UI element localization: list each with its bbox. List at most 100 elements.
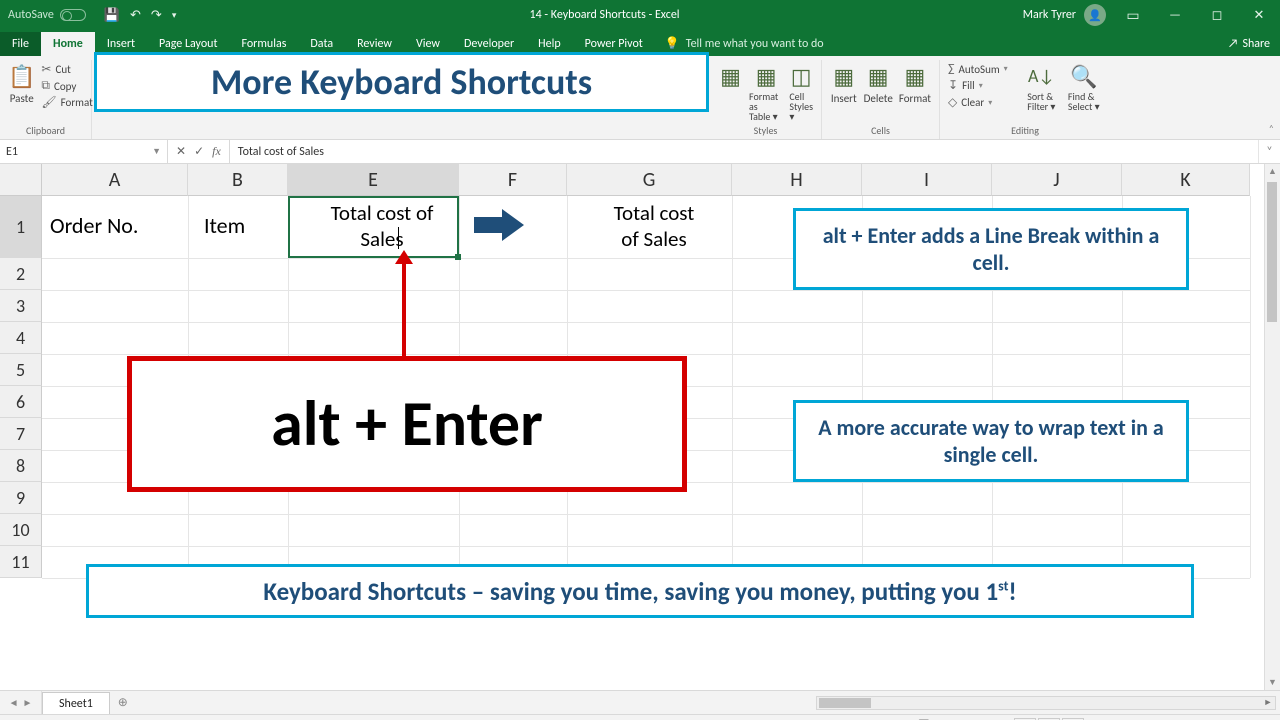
name-box[interactable]: E1 ▼ (0, 140, 168, 163)
user-area[interactable]: Mark Tyrer 👤 (1023, 4, 1112, 26)
ribbon-options-button[interactable]: ▭ (1112, 0, 1154, 30)
cell-G1-line2[interactable]: of Sales (574, 226, 734, 252)
formula-text: Total cost of Sales (238, 145, 324, 159)
paste-button[interactable]: 📋 Paste (8, 62, 35, 105)
scroll-down-icon[interactable]: ▼ (1265, 677, 1280, 688)
select-all-corner[interactable] (0, 164, 42, 196)
tip-box-2: A more accurate way to wrap text in a si… (793, 400, 1189, 482)
row-header-8[interactable]: 8 (0, 450, 42, 482)
cut-label: Cut (55, 63, 70, 76)
sheet-nav[interactable]: ◄► (0, 691, 42, 714)
col-header-E[interactable]: E (288, 164, 459, 196)
copy-button[interactable]: ⧉Copy (41, 79, 92, 93)
tab-home[interactable]: Home (41, 32, 95, 56)
hscroll-right-icon[interactable]: ► (1261, 697, 1275, 709)
cell-G1-line1[interactable]: Total cost (574, 200, 734, 226)
vertical-scrollbar[interactable]: ▲ ▼ (1264, 164, 1280, 690)
tab-file[interactable]: File (0, 32, 41, 56)
col-header-I[interactable]: I (862, 164, 992, 196)
find-select-button[interactable]: 🔍Find &Select ▾ (1066, 62, 1102, 112)
sigma-icon: ∑ (948, 62, 955, 76)
add-sheet-button[interactable]: ⊕ (110, 691, 136, 714)
formula-input[interactable]: Total cost of Sales (230, 140, 1258, 163)
qat-dropdown-icon[interactable]: ▾ (172, 10, 177, 21)
clear-button[interactable]: ◇Clear▾ (948, 95, 1017, 110)
insert-icon: ▦ (833, 62, 854, 90)
cell-E1-line1[interactable]: Total cost of (302, 200, 462, 226)
share-button[interactable]: ↗ Share (1218, 32, 1280, 56)
save-icon[interactable]: 💾 (104, 8, 120, 23)
row-header-9[interactable]: 9 (0, 482, 42, 514)
sheet-tab-bar: ◄► Sheet1 ⊕ ◄ ► (0, 690, 1280, 714)
worksheet-grid[interactable]: ABEFGHIJK 1234567891011 Order No. Item T… (0, 164, 1280, 690)
delete-button[interactable]: ▦Delete (864, 62, 893, 105)
row-header-4[interactable]: 4 (0, 322, 42, 354)
name-box-value: E1 (6, 145, 18, 159)
col-header-G[interactable]: G (567, 164, 732, 196)
ribbon-group-clipboard: 📋 Paste ✂Cut ⧉Copy 🖌Format Clipboard (0, 60, 92, 139)
sheet-prev-icon: ◄ (9, 696, 19, 709)
autosave-label: AutoSave (8, 8, 54, 22)
name-box-dropdown-icon: ▼ (152, 146, 161, 157)
insert-button[interactable]: ▦ Insert (830, 62, 858, 105)
format-as-table-button[interactable]: ▦Format asTable ▾ (749, 62, 783, 122)
fill-button[interactable]: ↧Fill▾ (948, 78, 1017, 93)
expand-formula-bar-button[interactable]: ˅ (1258, 140, 1280, 163)
accept-formula-icon[interactable]: ✓ (194, 144, 204, 159)
cancel-formula-icon[interactable]: ✕ (176, 144, 186, 159)
cell-A1[interactable]: Order No. (50, 212, 138, 239)
insert-label: Insert (831, 92, 857, 105)
redo-icon[interactable]: ↷ (151, 8, 162, 23)
col-header-B[interactable]: B (188, 164, 288, 196)
table-icon: ▦ (756, 62, 777, 90)
autosum-button[interactable]: ∑AutoSum▾ (948, 62, 1017, 76)
close-button[interactable]: ✕ (1238, 0, 1280, 30)
row-header-2[interactable]: 2 (0, 258, 42, 290)
footer-text: Keyboard Shortcuts – saving you time, sa… (263, 576, 1016, 607)
row-header-10[interactable]: 10 (0, 514, 42, 546)
tip-box-1: alt + Enter adds a Line Break within a c… (793, 208, 1189, 290)
format-label: Format (899, 92, 931, 105)
row-header-1[interactable]: 1 (0, 196, 42, 258)
scroll-thumb[interactable] (1267, 182, 1277, 322)
col-header-F[interactable]: F (459, 164, 567, 196)
copy-icon: ⧉ (41, 79, 50, 93)
minimize-button[interactable]: — (1154, 0, 1196, 30)
row-header-3[interactable]: 3 (0, 290, 42, 322)
format-painter-button[interactable]: 🖌Format (41, 95, 92, 110)
cell-E1-line2[interactable]: Sales (302, 226, 462, 252)
clear-label: Clear (961, 96, 984, 109)
scroll-up-icon[interactable]: ▲ (1265, 166, 1280, 177)
autosave-toggle[interactable]: AutoSave (0, 8, 94, 22)
format-button[interactable]: ▦Format (899, 62, 931, 105)
paste-label: Paste (10, 92, 34, 105)
undo-icon[interactable]: ↶ (130, 8, 141, 23)
col-header-K[interactable]: K (1122, 164, 1250, 196)
col-header-A[interactable]: A (42, 164, 188, 196)
collapse-ribbon-button[interactable]: ˄ (1269, 122, 1274, 135)
maximize-button[interactable]: ◻ (1196, 0, 1238, 30)
fill-icon: ↧ (948, 78, 958, 93)
row-header-5[interactable]: 5 (0, 354, 42, 386)
row-header-6[interactable]: 6 (0, 386, 42, 418)
hscroll-thumb[interactable] (819, 698, 871, 708)
conditional-formatting-button[interactable]: ▦ (718, 62, 743, 90)
fx-icon[interactable]: fx (212, 144, 221, 159)
cell-B1[interactable]: Item (204, 212, 245, 239)
col-header-J[interactable]: J (992, 164, 1122, 196)
row-header-11[interactable]: 11 (0, 546, 42, 578)
col-header-H[interactable]: H (732, 164, 862, 196)
sort-filter-button[interactable]: A↓Sort &Filter ▾ (1023, 62, 1059, 112)
share-icon: ↗ (1228, 37, 1239, 51)
row-header-7[interactable]: 7 (0, 418, 42, 450)
document-title: 14 - Keyboard Shortcuts - Excel (186, 8, 1022, 22)
cut-button[interactable]: ✂Cut (41, 62, 92, 77)
horizontal-scrollbar[interactable]: ◄ ► (816, 696, 1276, 710)
quick-access-toolbar: 💾 ↶ ↷ ▾ (94, 8, 187, 23)
cell-styles-button[interactable]: ◫CellStyles ▾ (789, 62, 813, 122)
annotation-arrow-icon (393, 250, 415, 358)
status-bar: Edit 🖥Display Settings ▦ ▤ ▥ − + 235% (0, 714, 1280, 720)
paste-icon: 📋 (8, 62, 35, 90)
ribbon: 📋 Paste ✂Cut ⧉Copy 🖌Format Clipboard ▦ ▦… (0, 56, 1280, 140)
sheet-tab-sheet1[interactable]: Sheet1 (42, 692, 110, 714)
